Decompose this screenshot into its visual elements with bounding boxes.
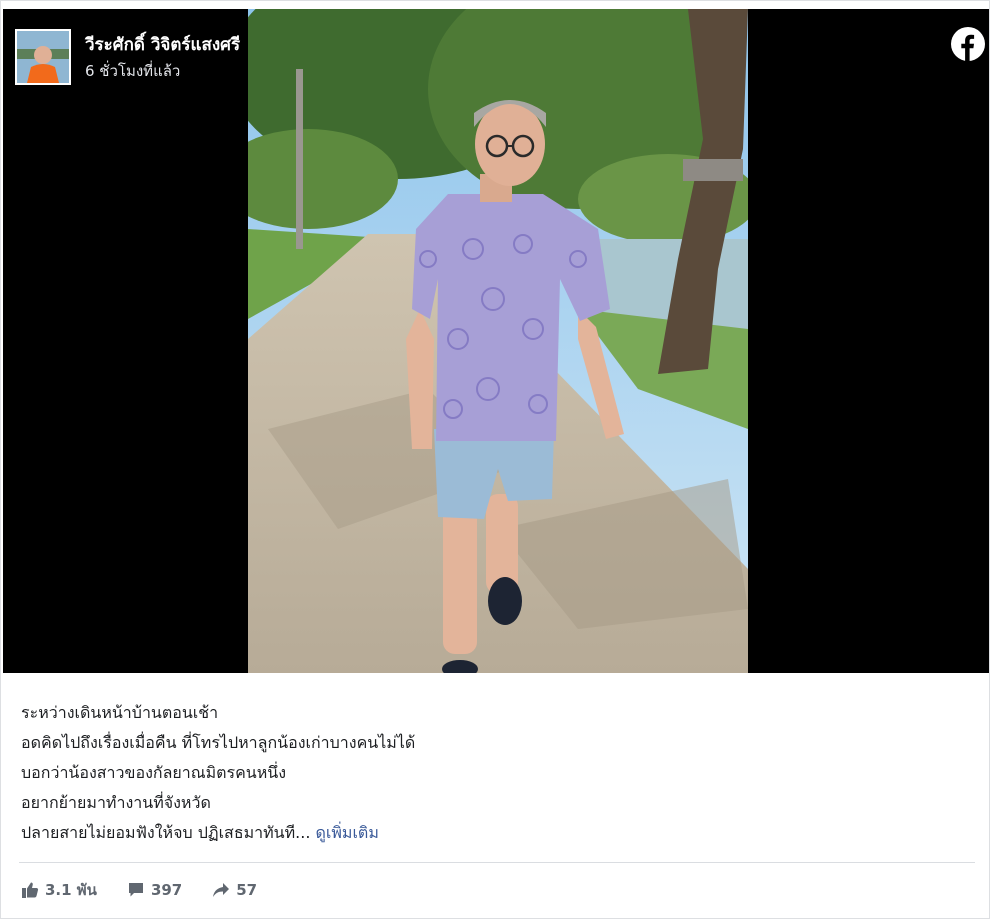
thumbs-up-icon [22, 882, 39, 898]
post-photo[interactable] [248, 9, 748, 673]
caption-line: ปลายสายไม่ยอมฟังให้จบ ปฏิเสธมาทันที... [21, 823, 311, 842]
post-stats: 3.1 พัน 397 57 [21, 877, 287, 903]
author-name[interactable]: วีระศักดิ์ วิจิตร์แสงศรี [85, 31, 240, 58]
caption-line: อดคิดไปถึงเรื่องเมื่อคืน ที่โทรไปหาลูกน้… [21, 733, 416, 752]
facebook-post-card: วีระศักดิ์ วิจิตร์แสงศรี 6 ชั่วโมงที่แล้… [0, 0, 990, 919]
share-arrow-icon [213, 883, 230, 897]
post-media[interactable]: วีระศักดิ์ วิจิตร์แสงศรี 6 ชั่วโมงที่แล้… [3, 9, 989, 673]
author-avatar[interactable] [15, 29, 71, 85]
stats-divider [19, 862, 975, 863]
facebook-icon[interactable] [951, 27, 985, 61]
comment-icon [128, 883, 143, 897]
comment-count-button[interactable]: 397 [127, 881, 182, 899]
like-count: 3.1 พัน [45, 881, 97, 899]
caption-line: บอกว่าน้องสาวของกัลยาณมิตรคนหนึ่ง [21, 763, 287, 782]
comment-count: 397 [150, 881, 183, 899]
caption-line: ระหว่างเดินหน้าบ้านตอนเช้า [21, 703, 219, 722]
share-count: 57 [236, 881, 258, 899]
post-timestamp[interactable]: 6 ชั่วโมงที่แล้ว [85, 59, 180, 83]
like-count-button[interactable]: 3.1 พัน [21, 878, 97, 902]
caption-line: อยากย้ายมาทำงานที่จังหวัด [21, 793, 211, 812]
post-caption: ระหว่างเดินหน้าบ้านตอนเช้า อดคิดไปถึงเรื… [21, 698, 971, 848]
see-more-link[interactable]: ดูเพิ่มเติม [316, 823, 379, 842]
caption-line-last: ปลายสายไม่ยอมฟังให้จบ ปฏิเสธมาทันที... ด… [21, 818, 971, 848]
share-count-button[interactable]: 57 [212, 881, 257, 899]
